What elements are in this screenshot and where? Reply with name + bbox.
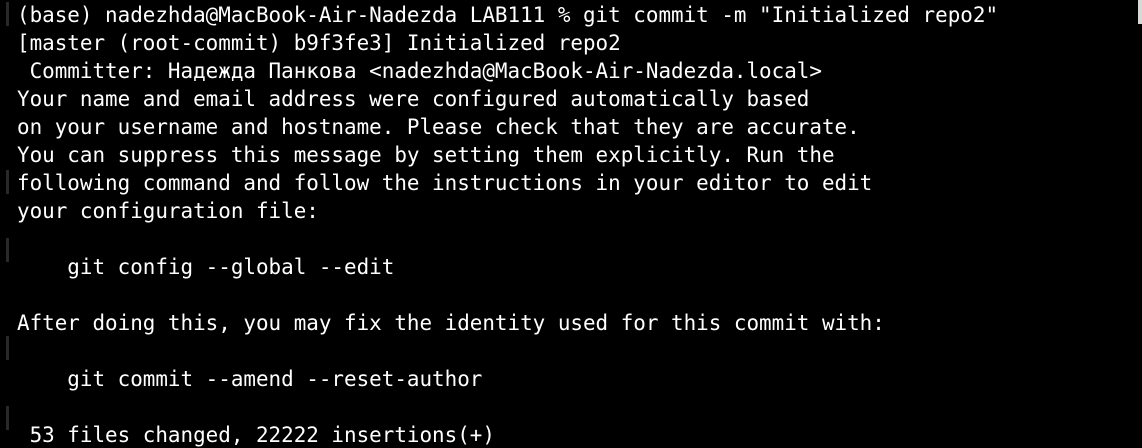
line-mark bbox=[6, 336, 9, 360]
terminal-line: You can suppress this message by setting… bbox=[17, 143, 835, 167]
terminal-line: on your username and hostname. Please ch… bbox=[17, 115, 860, 139]
terminal-window[interactable]: (base) nadezhda@MacBook-Air-Nadezda LAB1… bbox=[0, 0, 1142, 448]
terminal-line: (base) nadezhda@MacBook-Air-Nadezda LAB1… bbox=[17, 3, 999, 27]
terminal-line: git commit --amend --reset-author bbox=[17, 367, 483, 391]
line-mark bbox=[6, 2, 9, 26]
terminal-line: After doing this, you may fix the identi… bbox=[17, 311, 885, 335]
terminal-output: (base) nadezhda@MacBook-Air-Nadezda LAB1… bbox=[17, 1, 1142, 448]
terminal-line: following command and follow the instruc… bbox=[17, 171, 873, 195]
terminal-line: your configuration file: bbox=[17, 199, 319, 223]
terminal-line: 53 files changed, 22222 insertions(+) bbox=[17, 423, 495, 447]
line-mark bbox=[6, 238, 9, 262]
terminal-line: git config --global --edit bbox=[17, 255, 395, 279]
line-mark bbox=[6, 170, 9, 194]
line-mark bbox=[6, 406, 9, 430]
terminal-line: [master (root-commit) b9f3fe3] Initializ… bbox=[17, 31, 621, 55]
terminal-line: Committer: Надежда Панкова <nadezhda@Mac… bbox=[17, 59, 822, 83]
terminal-line: Your name and email address were configu… bbox=[17, 87, 810, 111]
